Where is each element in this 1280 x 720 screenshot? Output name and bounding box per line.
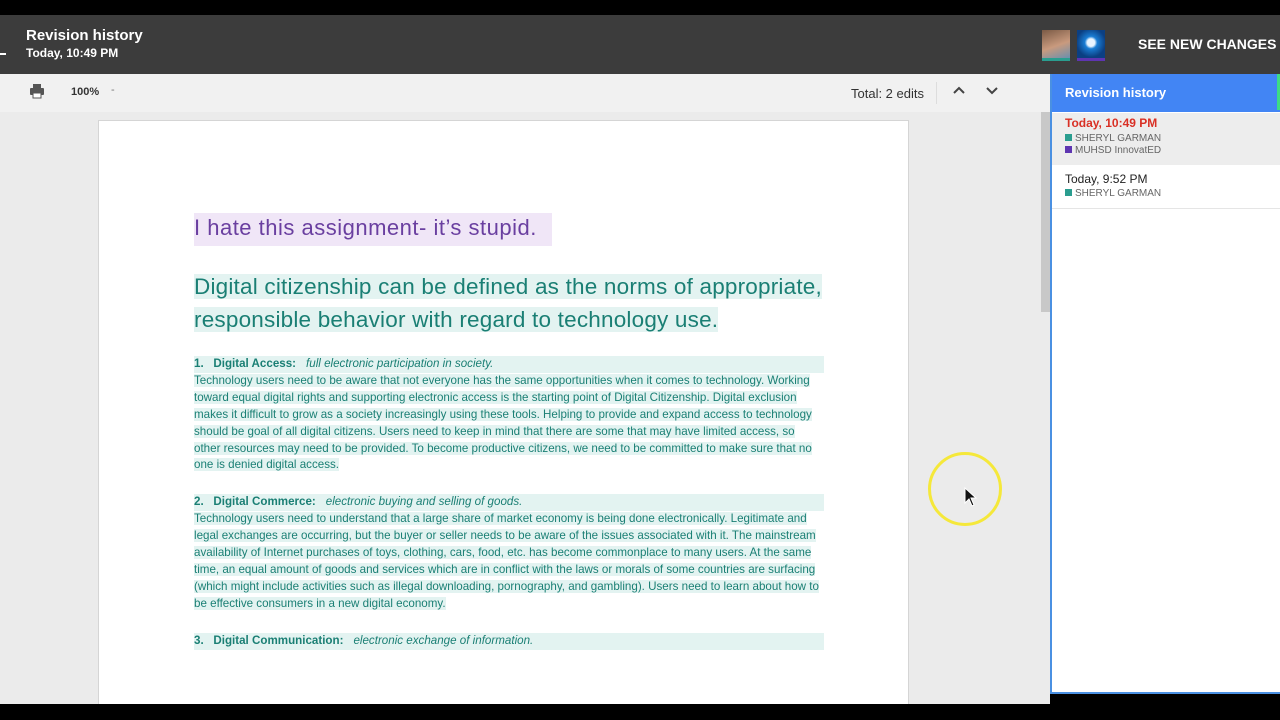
- see-new-changes-button[interactable]: SEE NEW CHANGES: [1138, 36, 1276, 52]
- revision-panel-title: Revision history: [1052, 74, 1280, 112]
- total-edits-label: Total: 2 edits: [851, 86, 924, 101]
- deleted-text-line: I hate this assignment- it’s stupid.: [194, 213, 824, 246]
- section-number: 1.: [194, 357, 204, 370]
- section-subtitle: full electronic participation in society…: [306, 357, 494, 370]
- previous-edit-chevron-up-icon[interactable]: [950, 81, 968, 99]
- section-body: Technology users need to understand that…: [194, 512, 819, 610]
- revision-time: Today, 10:49 PM: [1065, 116, 1158, 130]
- avatar[interactable]: [1077, 30, 1105, 61]
- author-color-swatch: [1065, 189, 1072, 196]
- avatar[interactable]: [1042, 30, 1070, 61]
- next-edit-chevron-down-icon[interactable]: [983, 81, 1001, 99]
- document-heading: Digital citizenship can be defined as th…: [194, 274, 822, 332]
- revision-author: SHERYL GARMAN: [1065, 188, 1161, 199]
- document-page: I hate this assignment- it’s stupid. Dig…: [98, 120, 909, 704]
- document-scrollbar[interactable]: [1041, 112, 1050, 312]
- revision-history-header: Revision history Today, 10:49 PM SEE NEW…: [0, 15, 1280, 74]
- top-black-bar: [0, 0, 1280, 15]
- print-icon[interactable]: [29, 83, 45, 99]
- author-color-swatch: [1065, 146, 1072, 153]
- revision-author: SHERYL GARMAN: [1065, 133, 1161, 144]
- section-subtitle: electronic exchange of information.: [353, 633, 534, 647]
- revision-time: Today, 9:52 PM: [1065, 172, 1148, 186]
- page-title: Revision history: [26, 27, 143, 44]
- mouse-pointer-icon: [964, 487, 978, 507]
- document-canvas[interactable]: I hate this assignment- it’s stupid. Dig…: [0, 112, 1050, 704]
- revision-author: MUHSD InnovatED: [1065, 145, 1161, 156]
- section-subtitle: electronic buying and selling of goods.: [325, 495, 523, 509]
- zoom-dropdown[interactable]: -: [111, 84, 115, 96]
- revision-item[interactable]: Today, 10:49 PM SHERYL GARMAN MUHSD Inno…: [1052, 113, 1280, 165]
- section-title: Digital Access:: [213, 357, 297, 370]
- section-title: Digital Commerce:: [213, 495, 316, 509]
- section-number: 3.: [194, 633, 204, 647]
- revision-item[interactable]: Today, 9:52 PM SHERYL GARMAN: [1052, 168, 1280, 209]
- zoom-level[interactable]: 100%: [71, 86, 99, 98]
- section-body: Technology users need to be aware that n…: [194, 373, 812, 472]
- bottom-black-bar: [0, 704, 1280, 720]
- page-subtitle: Today, 10:49 PM: [26, 46, 119, 60]
- revision-history-panel: Revision history Today, 10:49 PM SHERYL …: [1050, 74, 1280, 694]
- document-content: I hate this assignment- it’s stupid. Dig…: [194, 213, 824, 650]
- section-number: 2.: [194, 495, 204, 509]
- toolbar-divider: [936, 82, 937, 104]
- author-color-swatch: [1065, 134, 1072, 141]
- section-digital-commerce: 2. Digital Commerce: electronic buying an…: [194, 494, 824, 612]
- section-title: Digital Communication:: [213, 633, 344, 647]
- back-arrow-icon[interactable]: [0, 53, 6, 55]
- section-digital-communication: 3. Digital Communication: electronic exch…: [194, 632, 824, 650]
- section-digital-access: 1. Digital Access: full electronic partic…: [194, 356, 824, 474]
